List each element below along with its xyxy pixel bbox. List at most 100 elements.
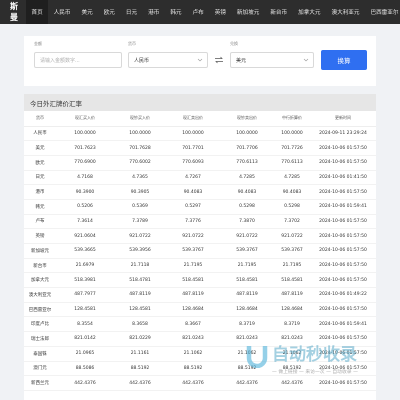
rate-cell: 2024-10-06 01:57:50 [310, 361, 376, 377]
nav-item[interactable]: 新台币 [265, 0, 293, 24]
rate-cell: 21.1062 [220, 346, 274, 362]
rate-cell: 100.0000 [166, 126, 220, 142]
rate-cell: 8.3667 [166, 316, 220, 333]
table-row: 巴西雷亚尔 128.4581 128.4581 128.4684 128.4684 128… [24, 302, 376, 318]
rate-cell: 2024-10-06 01:57:50 [310, 302, 376, 318]
rate-cell: 2024-10-06 01:57:50 [310, 272, 376, 289]
table-row: 瑞士法郎 821.0142 821.0229 821.0243 821.0243 821.… [24, 331, 376, 347]
rate-cell: 442.4376 [56, 375, 114, 391]
rate-cell: 770.6113 [220, 155, 274, 171]
rate-cell: 2024-10-06 01:57:50 [310, 228, 376, 244]
rate-cell: 518.4581 [166, 272, 220, 289]
rate-cell: 518.4581 [220, 272, 274, 289]
rate-cell: 701.7628 [114, 140, 166, 156]
rate-cell: 7.3702 [274, 214, 310, 230]
column-header: 现钞卖出价 [220, 111, 274, 127]
rate-cell: 442.4376 [166, 375, 220, 391]
rate-cell: 90.4083 [166, 184, 220, 200]
rate-cell: 88.5192 [220, 361, 274, 377]
rate-cell: 88.5192 [274, 361, 310, 377]
nav-item[interactable]: 欧元 [98, 0, 120, 24]
currency-name-cell: 欧元 [24, 155, 56, 171]
from-currency-label: 货币 [128, 41, 136, 46]
rate-cell: 487.8119 [220, 287, 274, 303]
nav-item[interactable]: 卢布 [187, 0, 209, 24]
table-row: 加拿大元 518.3981 518.4781 518.4581 518.4581 518.… [24, 272, 376, 289]
rate-cell: 518.4581 [274, 272, 310, 289]
from-currency-select[interactable]: 人民币 [128, 52, 208, 68]
table-row: 卢布 7.3614 7.3789 7.3776 7.3870 7.3702 2024-10-… [24, 214, 376, 230]
rate-cell: 7.3789 [114, 214, 166, 230]
nav-item[interactable]: 澳大利亚元 [326, 0, 365, 24]
rate-cell: 21.6979 [56, 258, 114, 274]
rate-cell: 8.3719 [274, 316, 310, 333]
rate-cell: 90.4083 [220, 184, 274, 200]
rate-cell: 921.0722 [114, 228, 166, 244]
currency-name-cell: 美元 [24, 140, 56, 156]
to-currency-select[interactable]: 美元 [230, 52, 314, 68]
rate-cell: 2024-10-06 01:49:22 [310, 287, 376, 303]
rate-cell: 821.0229 [114, 331, 166, 347]
table-row: 新台币 21.6979 21.7118 21.7195 21.7195 21.7195 20… [24, 258, 376, 274]
nav-item[interactable]: 首页 [26, 0, 49, 24]
rate-cell: 88.5192 [114, 361, 166, 377]
rate-cell: 0.5298 [274, 199, 310, 215]
nav-item[interactable]: 新加坡元 [231, 0, 264, 24]
column-header: 更新时间 [310, 111, 376, 127]
rate-cell: 701.7701 [166, 140, 220, 156]
amount-placeholder: 请输入金额数字... [40, 57, 80, 64]
nav-item[interactable]: 英镑 [209, 0, 231, 24]
currency-name-cell: 人民币 [24, 126, 56, 142]
rate-cell: 921.0604 [56, 228, 114, 244]
table-row: 港币 90.3900 90.3905 90.4083 90.4083 90.4083 202… [24, 184, 376, 200]
rate-cell: 128.4581 [114, 302, 166, 318]
nav-item[interactable]: 日元 [120, 0, 142, 24]
nav-item[interactable]: 人民币 [48, 0, 76, 24]
table-row: 欧元 770.6900 770.6002 770.6093 770.6113 770.61… [24, 155, 376, 171]
rate-cell: 2024-10-06 01:57:50 [310, 375, 376, 391]
rate-cell: 2024-10-06 01:59:41 [310, 199, 376, 215]
currency-name-cell: 日元 [24, 170, 56, 186]
swap-icon[interactable] [214, 55, 224, 65]
rate-cell: 487.8119 [166, 287, 220, 303]
rate-cell: 4.7168 [56, 170, 114, 186]
rate-cell: 442.4376 [114, 375, 166, 391]
rate-cell: 4.7285 [274, 170, 310, 186]
rate-cell: 770.6113 [274, 155, 310, 171]
rate-cell: 21.7195 [166, 258, 220, 274]
amount-input[interactable]: 请输入金额数字... [34, 52, 122, 68]
rate-cell: 2024-10-06 01:59:41 [310, 316, 376, 333]
nav-item[interactable]: 港币 [143, 0, 165, 24]
nav-item[interactable]: 韩元 [165, 0, 187, 24]
table-row: 新加坡元 539.3665 539.3956 539.3767 539.3767 539.… [24, 243, 376, 259]
table-row: 澳门元 88.5086 88.5192 88.5192 88.5192 88.5192 20… [24, 361, 376, 377]
table-row: 澳大利亚元 487.7977 487.8119 487.8119 487.8119 487… [24, 287, 376, 303]
nav-item[interactable]: 美元 [76, 0, 98, 24]
table-header-row: 货币 现汇买入价 现钞买入价 现汇卖出价 现钞卖出价 中行折算价 更新时间 [24, 111, 376, 127]
nav-item[interactable]: 加拿大元 [293, 0, 326, 24]
convert-button[interactable]: 换算 [321, 50, 367, 70]
rate-cell: 539.3767 [166, 243, 220, 259]
rate-cell: 100.0000 [220, 126, 274, 142]
rate-cell: 2024-10-06 01:57:50 [310, 140, 376, 156]
currency-name-cell: 港币 [24, 184, 56, 200]
rate-cell: 921.0722 [274, 228, 310, 244]
currency-name-cell: 英镑 [24, 228, 56, 244]
currency-name-cell: 印度卢比 [24, 316, 56, 333]
rate-cell: 21.7118 [114, 258, 166, 274]
rate-cell: 0.5297 [166, 199, 220, 215]
table-title: 今日外汇牌价汇率 [24, 94, 376, 111]
amount-label: 金额 [34, 41, 42, 46]
rate-cell: 21.7195 [274, 258, 310, 274]
chevron-down-icon [197, 58, 203, 62]
rates-table-card: 今日外汇牌价汇率 货币 现汇买入价 现钞买入价 现汇卖出价 现钞卖出价 中行折算价 更新时间… [24, 94, 376, 400]
nav-item[interactable]: 巴西雷亚尔 [365, 0, 400, 24]
brand-logo[interactable]: 斯曼 [0, 0, 26, 24]
rate-cell: 701.7623 [56, 140, 114, 156]
currency-name-cell: 泰国铢 [24, 346, 56, 362]
rate-cell: 539.3956 [114, 243, 166, 259]
rate-cell: 701.7706 [220, 140, 274, 156]
rate-cell: 701.7726 [274, 140, 310, 156]
table-row: 美元 701.7623 701.7628 701.7701 701.7706 701.77… [24, 140, 376, 156]
rate-cell: 8.3658 [114, 316, 166, 333]
